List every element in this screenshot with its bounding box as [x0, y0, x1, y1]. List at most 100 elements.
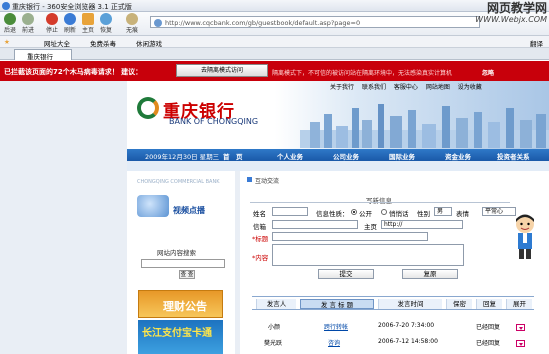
- private-label: 悄悄话: [389, 210, 409, 218]
- tab-cqbank[interactable]: 重庆银行: [14, 49, 72, 61]
- menu-home[interactable]: 首 页: [223, 151, 243, 161]
- link-service[interactable]: 客服中心: [394, 84, 418, 91]
- search-title: 网站内容搜索: [157, 249, 196, 257]
- menu-investors[interactable]: 投资者关系: [497, 151, 530, 161]
- alipay-card-banner[interactable]: 长江支付宝卡通: [138, 320, 223, 354]
- col-title[interactable]: 发 言 标 题: [300, 299, 374, 309]
- row-time: 2006-7-12 14:58:00: [378, 338, 438, 345]
- nature-label: 信息性质：: [316, 210, 349, 218]
- tab-label: 重庆银行: [27, 53, 53, 61]
- favorites-bar: ★ 网址大全 免费杀毒 休闲游戏 翻译: [0, 36, 549, 48]
- link-contact[interactable]: 联系我们: [362, 84, 386, 91]
- expand-arrow-icon[interactable]: [516, 340, 525, 347]
- breadcrumb: 互动交流: [255, 178, 280, 185]
- breadcrumb-icon: [247, 177, 252, 182]
- name-label: 姓名: [253, 210, 266, 218]
- page-icon: [154, 19, 162, 27]
- incognito-icon: [126, 13, 138, 25]
- video-on-demand-link[interactable]: 视频点播: [173, 205, 205, 216]
- gender-label: 性别: [417, 210, 430, 218]
- window-titlebar: 重庆银行 - 360安全浏览器 3.1 正式版: [0, 0, 549, 12]
- fav-free-killer[interactable]: 免费杀毒: [90, 38, 116, 48]
- submit-button[interactable]: 提交: [318, 269, 374, 279]
- row-title-link[interactable]: 跨行转帐: [324, 322, 348, 331]
- incognito-button[interactable]: 无痕: [124, 13, 140, 34]
- bank-logo-icon: [137, 97, 159, 119]
- video-icon[interactable]: [137, 195, 169, 217]
- title-label: *标题: [252, 235, 269, 243]
- link-about[interactable]: 关于我行: [330, 84, 354, 91]
- public-radio[interactable]: [351, 209, 357, 215]
- skyline-image: [300, 104, 549, 148]
- forward-button[interactable]: 前进: [20, 13, 36, 34]
- main-menu: 2009年12月30日 星期三 首 页 个人业务 公司业务 国际业务 资金业务 …: [127, 149, 549, 161]
- home-icon: [82, 13, 94, 25]
- stop-icon: [46, 13, 58, 25]
- address-url: http://www.cqcbank.com/gb/guestbook/defa…: [165, 19, 361, 27]
- form-title: 写新信息: [366, 197, 392, 205]
- content-textarea[interactable]: [272, 244, 464, 266]
- expand-arrow-icon[interactable]: [516, 324, 525, 331]
- homepage-label: 主页: [364, 223, 377, 231]
- table-row: 小颜 跨行转帐 2006-7-20 7:34:00 已经回复: [252, 322, 534, 336]
- col-reply[interactable]: 回复: [476, 299, 502, 309]
- row-status: 已经回复: [476, 340, 501, 347]
- menu-corporate[interactable]: 公司业务: [333, 151, 359, 161]
- col-author[interactable]: 发言人: [256, 299, 296, 309]
- col-expand[interactable]: 展开: [506, 299, 532, 309]
- ignore-link[interactable]: 忽略: [482, 68, 494, 77]
- security-alert-bar: 已拦截该页面的72个木马病毒请求！ 建议： 去隔离模式访问 隔离模式下，不可信的…: [0, 61, 549, 81]
- tab-bar: [0, 48, 549, 60]
- fav-site-list[interactable]: 网址大全: [44, 38, 70, 48]
- alert-message: 已拦截该页面的72个木马病毒请求！ 建议：: [4, 68, 143, 76]
- window-title: 重庆银行 - 360安全浏览器 3.1 正式版: [12, 3, 132, 11]
- watermark-title: 网页教学网: [486, 1, 547, 15]
- table-header: 发言人 发 言 标 题 发言时间 保密 回复 展开: [252, 296, 534, 310]
- current-date: 2009年12月30日 星期三: [145, 153, 220, 161]
- row-time: 2006-7-20 7:34:00: [378, 322, 435, 329]
- site-search-input[interactable]: [141, 259, 225, 268]
- restore-icon: [100, 13, 112, 25]
- forward-arrow-icon: [22, 13, 34, 25]
- translate-button[interactable]: 翻译: [530, 38, 543, 48]
- content-label: *内容: [252, 254, 269, 262]
- mail-input[interactable]: [272, 220, 358, 229]
- ad2-label: 长江支付宝卡通: [142, 328, 212, 339]
- col-time[interactable]: 发言时间: [378, 299, 442, 309]
- menu-personal[interactable]: 个人业务: [277, 151, 303, 161]
- sidebar-header: CHONGQING COMMERCIAL BANK: [137, 179, 220, 185]
- isolation-mode-button[interactable]: 去隔离模式访问: [176, 64, 268, 77]
- back-arrow-icon: [4, 13, 16, 25]
- watermark: 网页教学网 WWW.Webjx.COM: [475, 1, 547, 24]
- row-title-link[interactable]: 咨询: [328, 338, 340, 347]
- private-radio[interactable]: [381, 209, 387, 215]
- row-author: 樊光跃: [264, 340, 283, 347]
- homepage-input[interactable]: http://: [381, 220, 463, 229]
- menu-international[interactable]: 国际业务: [389, 151, 415, 161]
- gender-select[interactable]: 男: [434, 207, 452, 216]
- top-links: 关于我行 联系我们 客服中心 网站地图 设为收藏: [330, 82, 488, 91]
- reset-button[interactable]: 复原: [402, 269, 458, 279]
- restore-button[interactable]: 恢复: [98, 13, 114, 34]
- mascot-image: [516, 214, 534, 259]
- row-status: 已经回复: [476, 324, 501, 331]
- menu-funds[interactable]: 资金业务: [445, 151, 471, 161]
- fav-leisure-game[interactable]: 休闲游戏: [136, 38, 162, 48]
- expression-select[interactable]: 平常心: [482, 207, 516, 216]
- link-sitemap[interactable]: 网站地图: [426, 84, 450, 91]
- sub-bar: [127, 161, 549, 171]
- alert-note: 隔离模式下，不可信的被访问站在隔离环境中，无法感染真实计算机: [272, 70, 453, 77]
- message-table: 发言人 发 言 标 题 发言时间 保密 回复 展开 小颜 跨行转帐 2006-7…: [252, 296, 534, 354]
- browser-logo-icon: [2, 2, 10, 10]
- title-input[interactable]: [272, 232, 428, 241]
- name-input[interactable]: [272, 207, 308, 216]
- address-bar[interactable]: http://www.cqcbank.com/gb/guestbook/defa…: [150, 16, 480, 28]
- site-search-button[interactable]: 查 查: [179, 270, 195, 279]
- star-icon[interactable]: ★: [4, 38, 10, 46]
- col-secret[interactable]: 保密: [446, 299, 472, 309]
- refresh-icon: [64, 13, 76, 25]
- row-author: 小颜: [268, 324, 281, 331]
- link-favorite[interactable]: 设为收藏: [458, 84, 482, 91]
- form-divider: [250, 202, 510, 203]
- finance-notice-banner[interactable]: 理财公告: [138, 290, 223, 318]
